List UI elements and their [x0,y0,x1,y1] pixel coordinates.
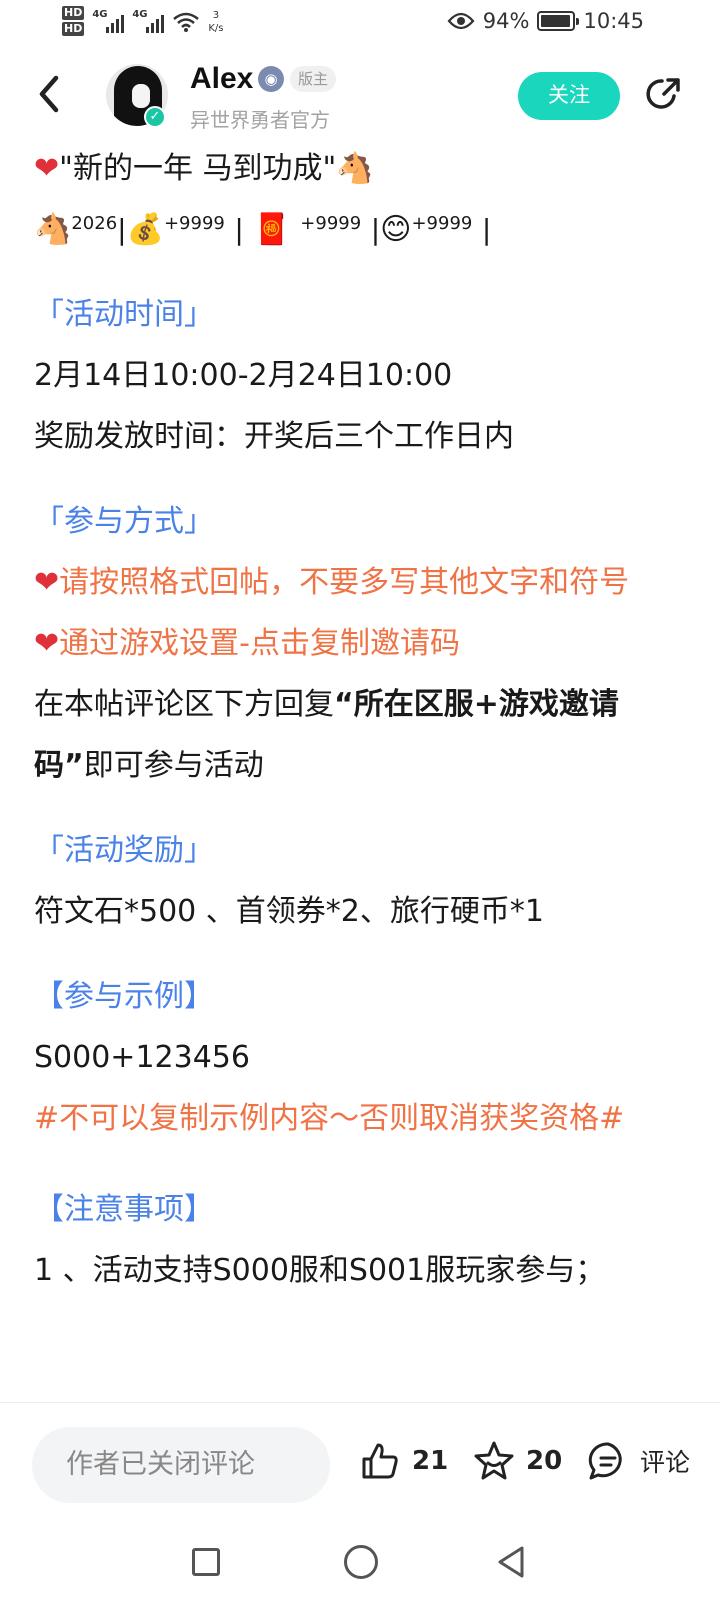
back-button[interactable] [34,74,64,122]
method-rule-2-text: 通过游戏设置-点击复制邀请码 [59,626,460,661]
like-count: 21 [412,1446,449,1476]
share-icon[interactable] [644,74,684,114]
section-title-time: 「活动时间」 [34,297,214,332]
stat-smile: +9999 [411,213,473,234]
smile-icon: 😊 [380,212,412,247]
signal-icon-2: 4G [132,9,165,33]
method-desc-post: 即可参与活动 [83,748,264,783]
post-title-line: ❤"新的一年 马到功成"🐴 [34,138,694,199]
stats-line: 🐴2026|💰+9999 | 🧧 +9999 |😊+9999 | [34,199,694,260]
horse-icon: 🐴 [336,151,374,186]
stat-redpacket: +9999 [300,213,362,234]
method-rule-1-text: 请按照格式回帖，不要多写其他文字和符号 [59,565,630,600]
stat-money: +9999 [163,213,225,234]
wifi-icon [173,12,200,32]
example-code: S000+123456 [34,1040,250,1075]
like-button[interactable]: 21 [358,1439,448,1483]
note-1: 1 、活动支持S000服和S001服玩家参与； [34,1253,606,1288]
gamepad-icon: ◉ [258,66,284,92]
bottom-action-bar: 作者已关闭评论 21 20 评论 [0,1402,720,1530]
favorite-count: 20 [526,1446,563,1476]
thumbs-up-icon [362,1443,398,1479]
author-subtitle: 异世界勇者官方 [190,108,330,132]
comment-button[interactable]: 评论 [586,1439,690,1483]
divider: | [234,213,244,246]
battery-percent: 94% [482,9,530,33]
hd2-label: HD [62,22,85,36]
status-left: HD HD 4G 4G 3 K/s [62,6,223,38]
post-header: ✓ Alex ◉ 版主 异世界勇者官方 关注 [0,56,720,140]
section-title-notes: 【注意事项】 [34,1192,214,1227]
post-content: ❤"新的一年 马到功成"🐴 🐴2026|💰+9999 | 🧧 +9999 |😊+… [34,138,694,1301]
section-title-method: 「参与方式」 [34,504,214,539]
horse-icon: 🐴 [34,212,72,247]
hd-indicator: HD HD [62,6,85,38]
avatar-face-shape [132,84,150,108]
network-type-1: 4G [92,9,108,20]
back-nav-button[interactable] [494,1544,528,1580]
heart-icon: ❤ [34,626,60,661]
money-bag-icon: 💰 [126,212,164,247]
speed-unit: K/s [208,23,224,34]
method-rule-2: ❤通过游戏设置-点击复制邀请码 [34,613,694,674]
heart-icon: ❤ [34,151,60,186]
red-packet-icon: 🧧 [253,212,291,247]
comment-label: 评论 [640,1448,691,1477]
chevron-left-icon [39,75,59,113]
example-warning: #不可以复制示例内容～否则取消获奖资格# [34,1101,625,1136]
time-range: 2月14日10:00-2月24日10:00 [34,358,453,393]
speed-value: 3 [212,10,220,21]
role-badge: 版主 [290,66,337,92]
post-title: "新的一年 马到功成" [59,151,337,186]
stat-year: 2026 [71,213,118,234]
clock: 10:45 [583,9,644,33]
divider: | [370,213,381,246]
method-desc-pre: 在本帖评论区下方回复 [34,687,334,722]
status-right: 94% 10:45 [447,9,644,33]
comment-icon [588,1442,622,1480]
divider: | [481,213,492,246]
method-rule-1: ❤请按照格式回帖，不要多写其他文字和符号 [34,552,694,613]
divider: | [117,213,127,246]
heart-icon: ❤ [34,565,60,600]
hd1-label: HD [62,6,85,20]
network-speed: 3 K/s [208,9,223,35]
favorite-button[interactable]: 20 [472,1439,562,1483]
network-type-2: 4G [132,9,148,20]
username[interactable]: Alex [190,62,253,96]
section-title-example: 【参与示例】 [34,979,214,1014]
comment-input[interactable]: 作者已关闭评论 [32,1427,330,1503]
status-bar: HD HD 4G 4G 3 K/s 94% 10:45 [0,0,720,48]
section-title-reward: 「活动奖励」 [34,833,214,868]
eye-icon [447,12,475,30]
star-icon [474,1441,514,1480]
verified-icon: ✓ [144,106,166,128]
method-description: 在本帖评论区下方回复“所在区服+游戏邀请码”即可参与活动 [34,674,694,796]
signal-icon: 4G [92,9,125,33]
recents-button[interactable] [192,1548,220,1576]
home-button[interactable] [344,1545,378,1579]
reward-time: 奖励发放时间：开奖后三个工作日内 [34,419,514,454]
reward-items: 符文石*500 、首领券*2、旅行硬币*1 [34,894,544,929]
system-nav-bar [0,1530,720,1600]
follow-button[interactable]: 关注 [518,72,620,120]
battery-icon [537,11,580,31]
battery-fill [541,15,570,27]
